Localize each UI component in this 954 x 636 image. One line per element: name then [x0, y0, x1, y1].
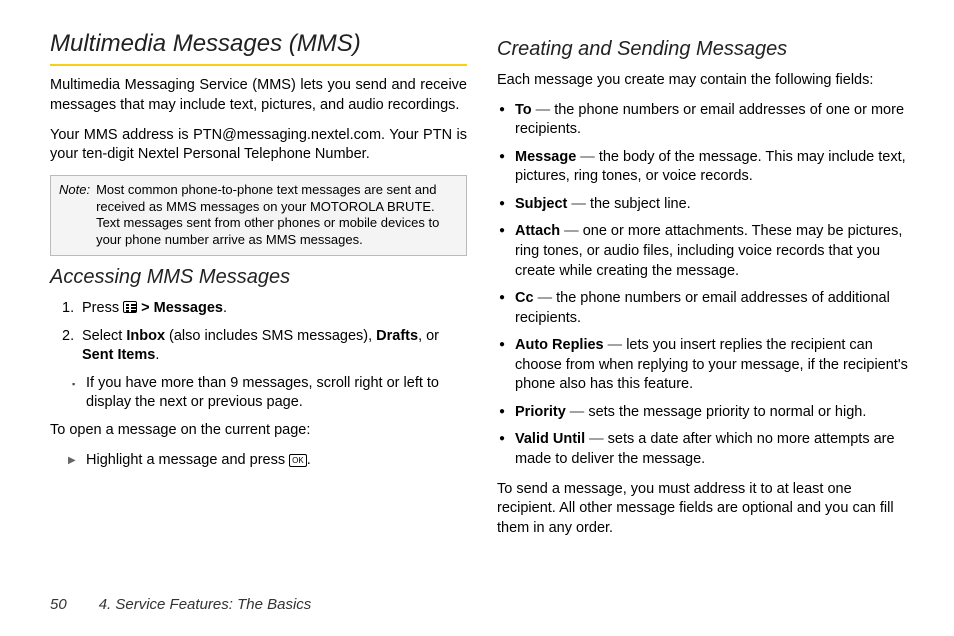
step-2: Select Inbox (also includes SMS messages… — [62, 327, 467, 366]
steps-list: Press > Messages. Select Inbox (also inc… — [62, 299, 467, 366]
chapter-title: 4. Service Features: The Basics — [99, 595, 312, 615]
field-cc: Cc — the phone numbers or email addresse… — [497, 289, 914, 328]
heading-rule — [50, 64, 467, 66]
step-1-messages-label: Messages — [154, 300, 223, 316]
note-text: Most common phone-to-phone text messages… — [96, 182, 458, 250]
field-text: the phone numbers or email addresses of … — [515, 290, 890, 326]
dash-icon: — — [608, 337, 623, 353]
field-text: the phone numbers or email addresses of … — [515, 102, 904, 138]
field-subject: Subject — the subject line. — [497, 195, 914, 215]
dash-icon: — — [570, 404, 585, 420]
step-2-sent-label: Sent Items — [82, 347, 155, 363]
field-label: Message — [515, 149, 576, 165]
field-text: sets the message priority to normal or h… — [588, 404, 866, 420]
dash-icon: — — [536, 102, 551, 118]
dash-icon: — — [580, 149, 595, 165]
step-1: Press > Messages. — [62, 299, 467, 319]
step-2-text-c: (also includes SMS messages), — [165, 328, 376, 344]
field-auto-replies: Auto Replies — lets you insert replies t… — [497, 336, 914, 395]
step-2-drafts-label: Drafts — [376, 328, 418, 344]
open-message-intro: To open a message on the current page: — [50, 421, 467, 441]
arrow-bullet-highlight: Highlight a message and press OK. — [50, 451, 467, 471]
dash-icon: — — [571, 196, 586, 212]
right-column: Creating and Sending Messages Each messa… — [497, 28, 914, 583]
field-priority: Priority — sets the message priority to … — [497, 403, 914, 423]
step-2-text-e: , or — [418, 328, 439, 344]
fields-intro: Each message you create may contain the … — [497, 71, 914, 91]
dash-icon: — — [589, 431, 604, 447]
page-columns: Multimedia Messages (MMS) Multimedia Mes… — [50, 28, 914, 583]
field-label: Subject — [515, 196, 567, 212]
menu-icon — [123, 301, 137, 313]
note-box: Note: Most common phone-to-phone text me… — [50, 175, 467, 257]
subheading-accessing: Accessing MMS Messages — [50, 264, 467, 291]
field-label: Auto Replies — [515, 337, 604, 353]
page-number: 50 — [50, 595, 67, 615]
send-outro: To send a message, you must address it t… — [497, 480, 914, 539]
step-1-text-b: > — [137, 300, 154, 316]
field-label: Cc — [515, 290, 534, 306]
field-label: To — [515, 102, 532, 118]
step-1-text-a: Press — [82, 300, 123, 316]
dash-icon: — — [538, 290, 553, 306]
field-label: Valid Until — [515, 431, 585, 447]
section-heading-mms: Multimedia Messages (MMS) — [50, 28, 467, 60]
left-column: Multimedia Messages (MMS) Multimedia Mes… — [50, 28, 467, 583]
arrow-text-a: Highlight a message and press — [86, 452, 289, 468]
field-to: To — the phone numbers or email addresse… — [497, 101, 914, 140]
subheading-creating: Creating and Sending Messages — [497, 36, 914, 63]
fields-list: To — the phone numbers or email addresse… — [497, 101, 914, 470]
field-message: Message — the body of the message. This … — [497, 148, 914, 187]
field-valid-until: Valid Until — sets a date after which no… — [497, 430, 914, 469]
mms-address-paragraph: Your MMS address is PTN@messaging.nextel… — [50, 126, 467, 165]
step-1-text-d: . — [223, 300, 227, 316]
arrow-text-b: . — [307, 452, 311, 468]
step-2-inbox-label: Inbox — [126, 328, 165, 344]
sub-bullet-pagination: If you have more than 9 messages, scroll… — [50, 374, 467, 413]
note-label: Note: — [59, 182, 90, 250]
field-text: the subject line. — [590, 196, 691, 212]
step-2-text-a: Select — [82, 328, 126, 344]
ok-icon: OK — [289, 454, 307, 467]
field-label: Priority — [515, 404, 566, 420]
mms-intro-paragraph: Multimedia Messaging Service (MMS) lets … — [50, 76, 467, 115]
step-2-text-g: . — [155, 347, 159, 363]
dash-icon: — — [564, 223, 579, 239]
field-label: Attach — [515, 223, 560, 239]
page-footer: 50 4. Service Features: The Basics — [50, 595, 914, 615]
field-attach: Attach — one or more attachments. These … — [497, 222, 914, 281]
